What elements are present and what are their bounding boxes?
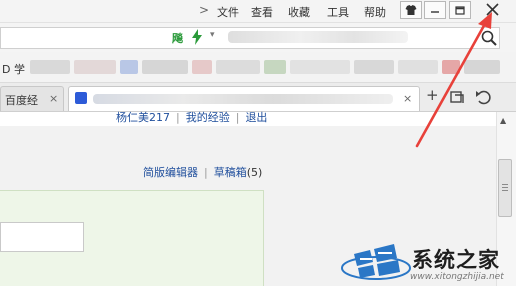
watermark-url: www.xitongzhijia.net: [410, 272, 504, 282]
watermark-logo: [341, 244, 411, 280]
watermark-text: 系统之家: [412, 248, 500, 272]
